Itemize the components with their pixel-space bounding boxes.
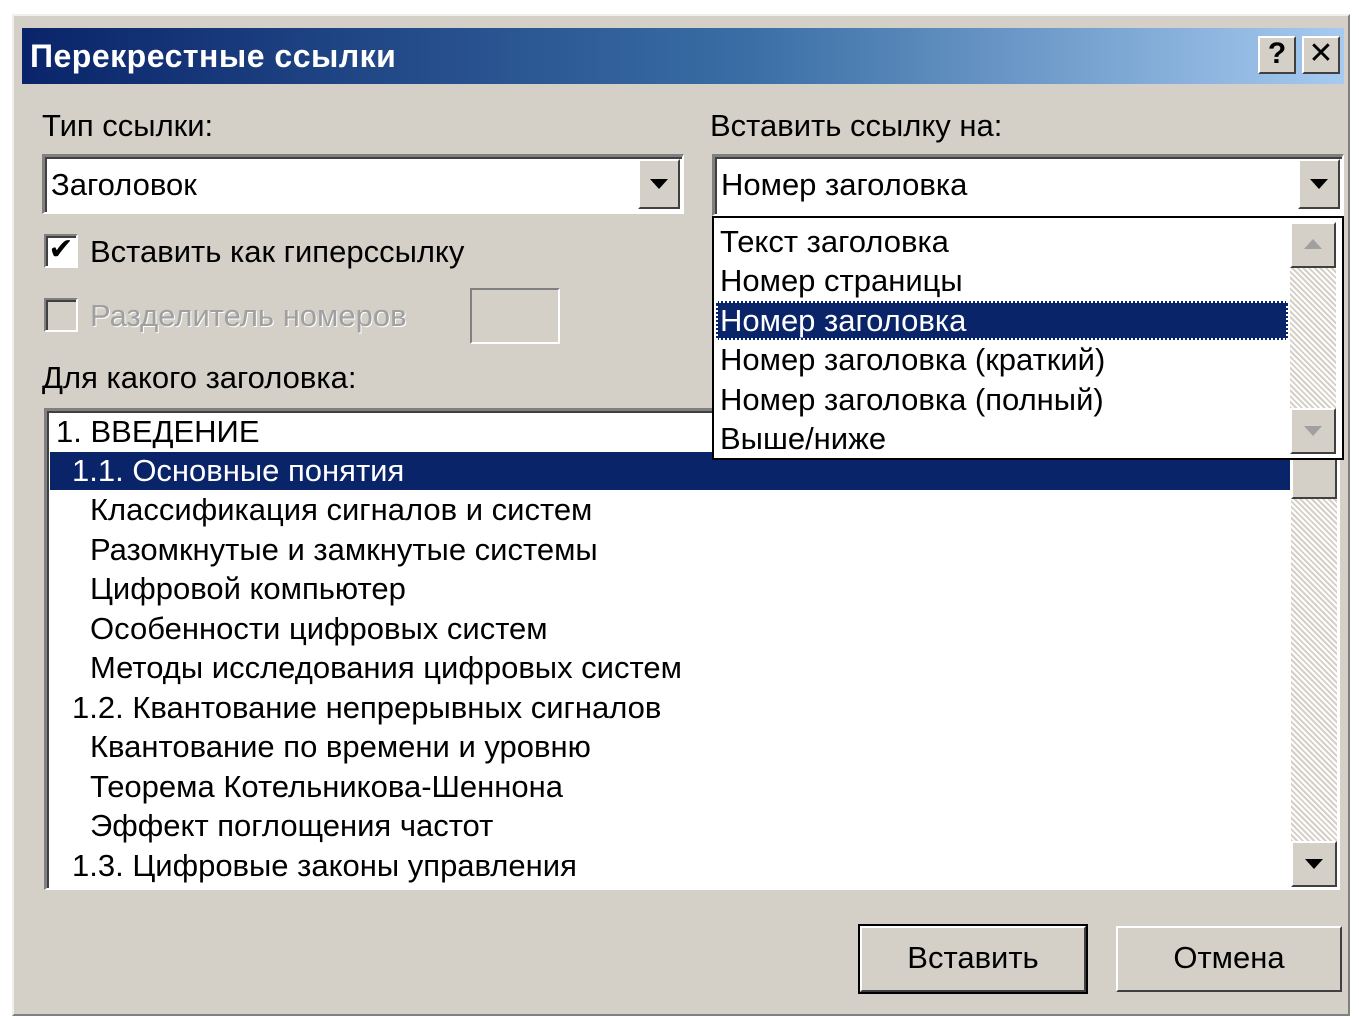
dropdown-option-selected[interactable]: Номер заголовка [716, 303, 966, 338]
separator-checkbox[interactable] [44, 298, 78, 332]
close-button[interactable]: ✕ [1302, 36, 1340, 74]
list-item[interactable]: Эффект поглощения частот [50, 808, 493, 843]
list-item[interactable]: 1.2. Квантование непрерывных сигналов [50, 690, 661, 725]
chevron-down-icon [1305, 859, 1323, 869]
scroll-down-button[interactable] [1291, 841, 1337, 887]
hyperlink-checkbox[interactable]: ✔ [44, 234, 78, 268]
dropdown-scrollbar[interactable] [1290, 222, 1336, 454]
insert-ref-dropdown-button[interactable] [1298, 159, 1340, 209]
insert-ref-combobox[interactable]: Номер заголовка [712, 154, 1344, 216]
heading-list-label: Для какого заголовка: [42, 360, 357, 395]
dropdown-option[interactable]: Текст заголовка [716, 224, 949, 259]
chevron-down-icon [1304, 426, 1322, 436]
insert-ref-dropdown-list[interactable]: Текст заголовка Номер страницы Номер заг… [712, 216, 1344, 460]
chevron-down-icon [650, 179, 668, 189]
insert-ref-label: Вставить ссылку на: [710, 108, 1003, 143]
insert-button[interactable]: Вставить [858, 924, 1088, 994]
chevron-up-icon [1304, 239, 1322, 249]
list-item[interactable]: Квантование по времени и уровню [50, 729, 591, 764]
scroll-down-button[interactable] [1290, 408, 1336, 454]
heading-listbox[interactable]: 1. ВВЕДЕНИЕ 1.1. Основные понятия Класси… [44, 408, 1340, 890]
separator-checkbox-label: Разделитель номеров [90, 298, 407, 333]
list-item[interactable]: Цифровой компьютер [50, 571, 406, 606]
list-item[interactable]: Методы исследования цифровых систем [50, 650, 682, 685]
separator-field[interactable] [470, 288, 560, 344]
scroll-up-button[interactable] [1290, 222, 1336, 268]
list-item[interactable]: Разомкнутые и замкнутые системы [50, 532, 598, 567]
dropdown-option[interactable]: Номер страницы [716, 263, 963, 298]
title-bar[interactable]: Перекрестные ссылки ? ✕ [22, 28, 1344, 84]
list-item[interactable]: Особенности цифровых систем [50, 611, 548, 646]
hyperlink-checkbox-label[interactable]: Вставить как гиперссылку [90, 234, 464, 270]
ref-type-value: Заголовок [51, 167, 197, 202]
dropdown-option[interactable]: Выше/ниже [716, 421, 886, 456]
list-item[interactable]: 1. ВВЕДЕНИЕ [50, 414, 260, 449]
list-item[interactable]: Классификация сигналов и систем [50, 492, 592, 527]
insert-ref-value: Номер заголовка [721, 167, 968, 202]
cancel-button[interactable]: Отмена [1116, 926, 1342, 992]
dialog-title: Перекрестные ссылки [30, 38, 397, 74]
list-item-selected[interactable]: 1.1. Основные понятия [50, 453, 404, 488]
help-button[interactable]: ? [1258, 36, 1296, 74]
heading-list-scrollbar[interactable] [1291, 411, 1337, 887]
list-item[interactable]: Теорема Котельникова-Шеннона [50, 769, 563, 804]
dropdown-option[interactable]: Номер заголовка (полный) [716, 382, 1104, 417]
ref-type-label: Тип ссылки: [42, 108, 214, 143]
ref-type-combobox[interactable]: Заголовок [42, 154, 684, 214]
checkmark-icon: ✔ [48, 233, 74, 266]
scrollbar-thumb[interactable] [1291, 457, 1337, 499]
list-item[interactable]: 1.3. Цифровые законы управления [50, 848, 577, 883]
chevron-down-icon [1310, 179, 1328, 189]
ref-type-dropdown-button[interactable] [638, 159, 680, 209]
dropdown-option[interactable]: Номер заголовка (краткий) [716, 342, 1105, 377]
dialog-window: Перекрестные ссылки ? ✕ Тип ссылки: Заго… [12, 14, 1350, 1016]
